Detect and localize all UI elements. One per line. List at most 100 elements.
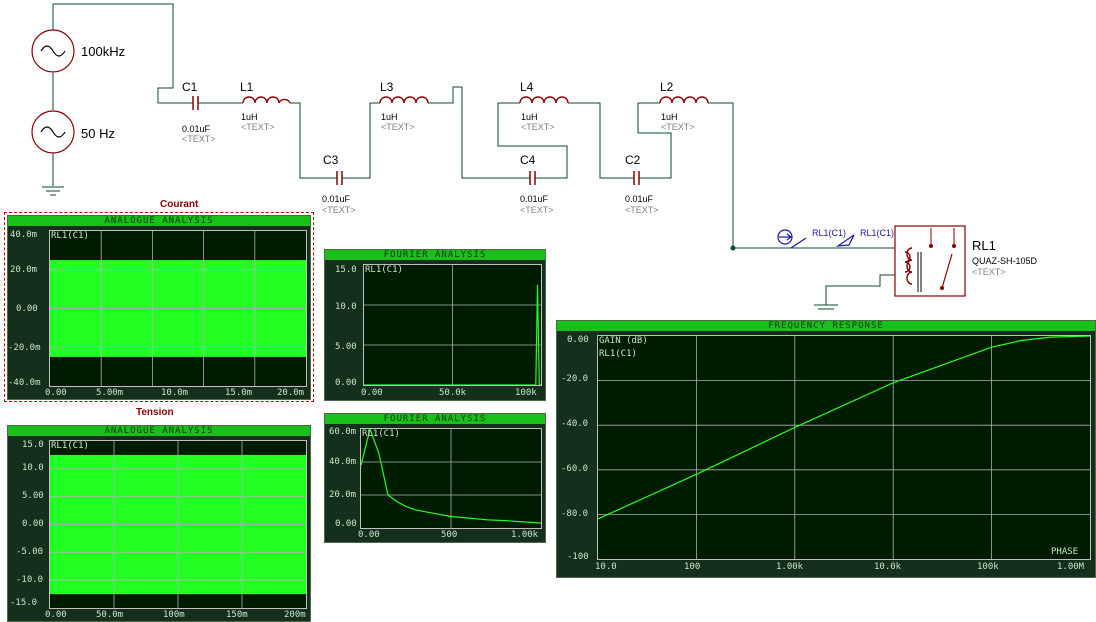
y-tick-label: 0.00 — [16, 304, 38, 314]
y-tick-label: -60.0 — [561, 464, 589, 474]
x-tick-label: 0.00 — [361, 388, 383, 398]
x-tick-label: 100 — [684, 562, 701, 572]
c1-value: 0.01uF — [182, 124, 211, 134]
inductor-l3-symbol[interactable] — [379, 96, 429, 104]
x-tick-label: 5.00m — [96, 388, 124, 398]
y-tick-label: -80.0 — [561, 509, 589, 519]
x-tick-label: 10.0m — [161, 388, 189, 398]
l4-ref: L4 — [520, 80, 534, 94]
l4-text: <TEXT> — [521, 122, 555, 132]
capacitor-c2-symbol[interactable] — [628, 171, 646, 185]
x-tick-label: 1.00M — [1057, 562, 1085, 572]
inductor-l2-symbol[interactable] — [659, 96, 709, 104]
l2-value: 1uH — [661, 112, 678, 122]
courant-caption: Courant — [160, 199, 199, 210]
trace-label: RL1(C1) — [362, 429, 400, 439]
x-tick-label: 10.0k — [874, 562, 902, 572]
c4-text: <TEXT> — [520, 205, 554, 215]
graph-frequency-response[interactable]: FREQUENCY RESPONSE GAIN (dB) RL1(C1) PHA… — [556, 320, 1096, 578]
x-tick-label: 0.00 — [45, 388, 67, 398]
y-tick-label: 15.0 — [22, 440, 44, 450]
y-tick-label: 10.0 — [335, 302, 357, 312]
x-tick-label: 10.0 — [595, 562, 617, 572]
x-tick-label: 50.0k — [439, 388, 467, 398]
c2-text: <TEXT> — [625, 205, 659, 215]
trace-label: RL1(C1) — [51, 231, 89, 241]
x-tick-label: 150m — [226, 610, 248, 620]
current-probe-label: RL1(C1) — [812, 228, 847, 238]
junction-dot — [730, 245, 736, 251]
y-tick-label: -100 — [567, 552, 589, 562]
trace-line — [598, 336, 1090, 520]
current-probe-icon[interactable] — [777, 229, 807, 249]
y-tick-label: -5.00 — [16, 547, 44, 557]
relay-ref: RL1 — [972, 238, 996, 253]
plot-area — [597, 335, 1091, 560]
x-tick-label: 100k — [515, 388, 537, 398]
graph-title: ANALOGUE ANALYSIS — [8, 216, 310, 226]
c2-value: 0.01uF — [625, 194, 654, 204]
capacitor-c3-symbol[interactable] — [330, 171, 349, 185]
c3-text: <TEXT> — [322, 205, 356, 215]
c4-value: 0.01uF — [520, 194, 549, 204]
y-tick-label: -40.0 — [561, 419, 589, 429]
capacitor-c1-symbol[interactable] — [185, 96, 205, 110]
relay-rl1-symbol[interactable] — [894, 225, 966, 297]
graph-tension[interactable]: ANALOGUE ANALYSIS RL1(C1) 15.0 10.0 5.00… — [7, 425, 311, 622]
l1-value: 1uH — [241, 112, 258, 122]
y-tick-label: 0.00 — [22, 519, 44, 529]
graph-courant[interactable]: ANALOGUE ANALYSIS RL1(C1) 40.0m 20.0m 0.… — [7, 215, 311, 400]
inductor-l1-symbol[interactable] — [242, 96, 291, 104]
graph-title: ANALOGUE ANALYSIS — [8, 426, 310, 436]
y-tick-label: 40.0m — [10, 230, 38, 240]
graph-fourier-1[interactable]: FOURIER ANALYSIS RL1(C1) 15.0 10.0 5.00 … — [324, 249, 546, 401]
y-tick-label: -40.0m — [8, 378, 41, 388]
y-tick-label: -20.0 — [561, 374, 589, 384]
l4-value: 1uH — [521, 112, 538, 122]
c4-ref: C4 — [520, 153, 536, 167]
l2-text: <TEXT> — [661, 122, 695, 132]
trace-label: RL1(C1) — [599, 349, 637, 359]
y-tick-label: -15.0 — [10, 598, 38, 608]
c2-ref: C2 — [625, 153, 641, 167]
c1-ref: C1 — [182, 80, 198, 94]
y-tick-label: 15.0 — [335, 265, 357, 275]
x-tick-label: 0.00 — [45, 610, 67, 620]
plot-area — [49, 440, 307, 609]
l3-ref: L3 — [380, 80, 394, 94]
x-tick-label: 100k — [977, 562, 999, 572]
graph-title: FREQUENCY RESPONSE — [557, 321, 1095, 331]
plot-area — [49, 230, 307, 387]
source-50hz-label: 50 Hz — [81, 126, 115, 141]
x-tick-label: 200m — [284, 610, 306, 620]
y-tick-label: -10.0 — [16, 575, 44, 585]
l3-value: 1uH — [381, 112, 398, 122]
capacitor-c4-symbol[interactable] — [524, 171, 541, 185]
y-tick-label: 60.0m — [329, 427, 357, 437]
x-tick-label: 500 — [441, 530, 458, 540]
y-tick-label: -20.0m — [8, 343, 41, 353]
graph-fourier-2[interactable]: FOURIER ANALYSIS RL1(C1) 60.0m 40.0m 20.… — [324, 413, 546, 543]
source-100khz-label: 100kHz — [81, 44, 126, 59]
inductor-l4-symbol[interactable] — [519, 96, 569, 104]
x-tick-label: 20.0m — [277, 388, 305, 398]
plot-area — [360, 428, 542, 529]
trace-label: RL1(C1) — [365, 265, 403, 275]
ac-source-50hz-symbol[interactable] — [31, 110, 75, 154]
y-tick-label: 10.0 — [22, 463, 44, 473]
x-tick-label: 50.0m — [96, 610, 124, 620]
y-tick-label: 20.0m — [10, 265, 38, 275]
x-tick-label: 15.0m — [225, 388, 253, 398]
y-tick-label: 20.0m — [329, 490, 357, 500]
x-tick-label: 1.00k — [511, 530, 539, 540]
graph-title: FOURIER ANALYSIS — [325, 414, 545, 424]
c1-text: <TEXT> — [182, 134, 216, 144]
y-tick-label: 5.00 — [335, 342, 357, 352]
x-tick-label: 100m — [163, 610, 185, 620]
plot-area — [363, 264, 542, 386]
y-tick-label: 40.0m — [329, 457, 357, 467]
trace-label: GAIN (dB) — [599, 336, 648, 346]
ac-source-100khz-symbol[interactable] — [31, 29, 75, 73]
phase-label: PHASE — [1051, 547, 1079, 557]
voltage-probe-label: RL1(C1) — [860, 228, 895, 238]
